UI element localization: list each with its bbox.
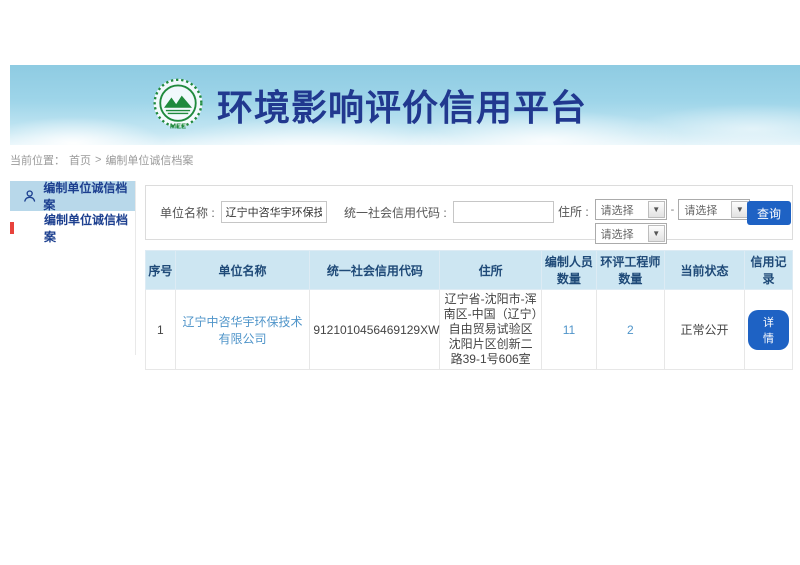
active-item-marker	[10, 222, 14, 234]
cell-credit-code: 9121010456469129XW	[310, 290, 440, 370]
sidebar: 编制单位诚信档案 编制单位诚信档案	[10, 181, 136, 355]
col-header-engineer-count: 环评工程师数量	[596, 251, 664, 290]
search-form: 单位名称 : 统一社会信用代码 : 住所 : 请选择 ▼ - 请选择 ▼ -	[145, 185, 793, 240]
credit-code-label: 统一社会信用代码 :	[344, 204, 447, 221]
address-label: 住所 :	[558, 203, 589, 220]
sidebar-header: 编制单位诚信档案	[10, 181, 135, 211]
user-icon	[23, 189, 36, 203]
breadcrumb-home-link[interactable]: 首页	[69, 152, 91, 168]
cell-address: 辽宁省-沈阳市-浑南区-中国（辽宁）自由贸易试验区沈阳片区创新二路39-1号60…	[440, 290, 542, 370]
results-table: 序号 单位名称 统一社会信用代码 住所 编制人员数量 环评工程师数量 当前状态 …	[145, 250, 793, 370]
address-province-select[interactable]: 请选择 ▼	[595, 199, 667, 220]
credit-code-input[interactable]	[453, 201, 554, 223]
unit-name-input[interactable]	[221, 201, 327, 223]
unit-name-link[interactable]: 辽宁中咨华宇环保技术有限公司	[183, 315, 303, 346]
col-header-status: 当前状态	[664, 251, 744, 290]
breadcrumb-current: 编制单位诚信档案	[105, 152, 193, 168]
table-row: 1 辽宁中咨华宇环保技术有限公司 9121010456469129XW 辽宁省-…	[146, 290, 793, 370]
cell-status: 正常公开	[664, 290, 744, 370]
chevron-down-icon[interactable]: ▼	[648, 201, 665, 218]
mee-logo-icon: MEE	[150, 77, 206, 133]
search-button[interactable]: 查询	[747, 201, 791, 225]
col-header-credit-record: 信用记录	[745, 251, 793, 290]
col-header-index: 序号	[146, 251, 176, 290]
district-select-value: 请选择	[596, 226, 648, 242]
sidebar-item-label: 编制单位诚信档案	[44, 211, 135, 245]
detail-button[interactable]: 详情	[748, 310, 789, 350]
unit-name-label: 单位名称 :	[160, 204, 215, 221]
address-district-select[interactable]: 请选择 ▼	[595, 223, 667, 244]
col-header-credit-code: 统一社会信用代码	[310, 251, 440, 290]
province-select-value: 请选择	[596, 202, 648, 218]
cell-index: 1	[146, 290, 176, 370]
city-select-value: 请选择	[679, 202, 731, 218]
engineer-count-link[interactable]: 2	[627, 323, 634, 337]
chevron-down-icon[interactable]: ▼	[648, 225, 665, 242]
col-header-address: 住所	[440, 251, 542, 290]
address-city-select[interactable]: 请选择 ▼	[678, 199, 750, 220]
staff-count-link[interactable]: 11	[563, 323, 575, 337]
chevron-down-icon[interactable]: ▼	[731, 201, 748, 218]
separator-dash: -	[671, 204, 675, 216]
breadcrumb-separator: >	[95, 154, 101, 166]
breadcrumb: 当前位置： 首页 > 编制单位诚信档案	[10, 151, 790, 169]
col-header-staff-count: 编制人员数量	[541, 251, 596, 290]
page-title: 环境影响评价信用平台	[217, 79, 587, 131]
col-header-unit-name: 单位名称	[175, 251, 310, 290]
table-header-row: 序号 单位名称 统一社会信用代码 住所 编制人员数量 环评工程师数量 当前状态 …	[146, 251, 793, 290]
sidebar-header-label: 编制单位诚信档案	[43, 179, 135, 213]
sidebar-item-credit-archive[interactable]: 编制单位诚信档案	[10, 211, 135, 245]
site-banner: MEE 环境影响评价信用平台	[10, 65, 800, 145]
logo-text: MEE	[170, 121, 186, 130]
breadcrumb-prefix: 当前位置：	[10, 152, 65, 168]
